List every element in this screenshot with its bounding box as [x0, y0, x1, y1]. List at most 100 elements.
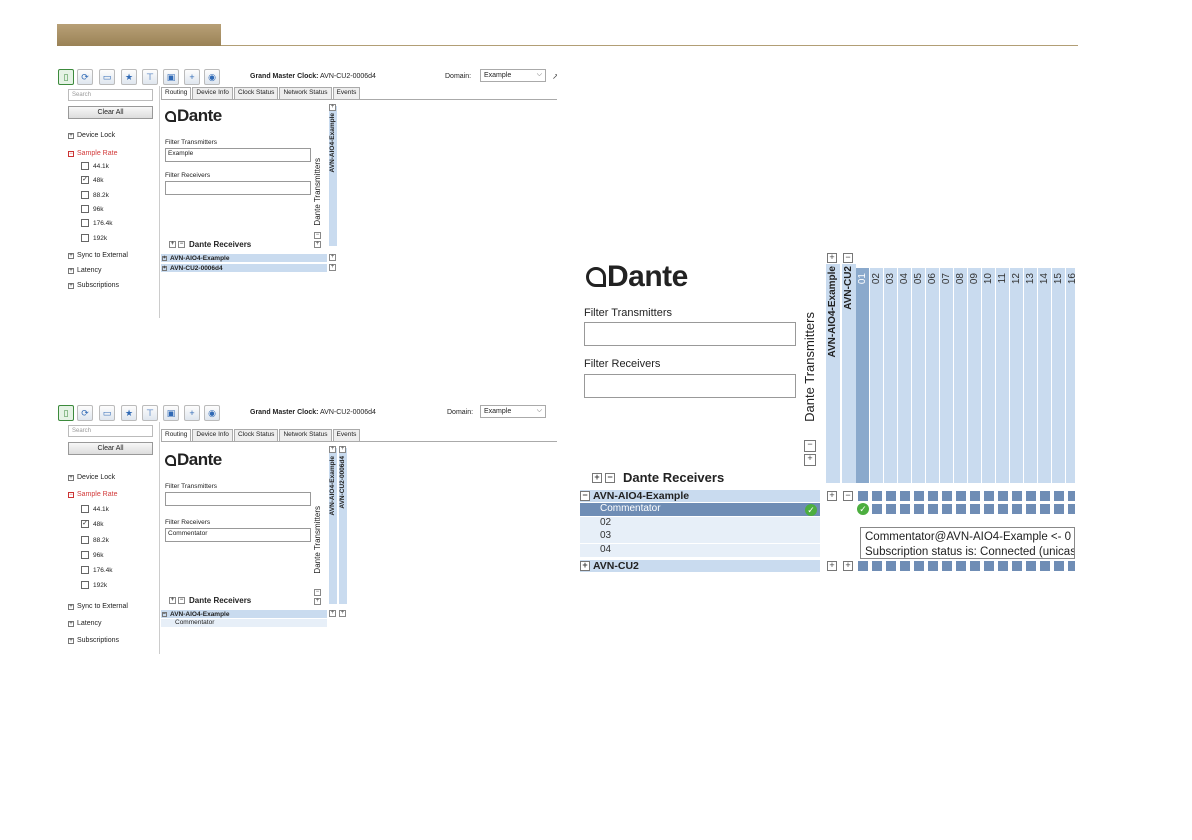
grid-cell[interactable] — [970, 504, 980, 514]
refresh-icon[interactable]: ⟳ — [77, 69, 93, 85]
grid-cell[interactable] — [928, 561, 938, 571]
grid-cell[interactable] — [956, 561, 966, 571]
grid-cell[interactable] — [872, 504, 882, 514]
filter-transmitters-input[interactable] — [165, 492, 311, 506]
rx-device-row[interactable]: − AVN-AIO4-Example — [580, 490, 820, 502]
grid-cell[interactable] — [1040, 491, 1050, 501]
add-icon[interactable]: + — [184, 405, 200, 421]
grid-cell[interactable] — [886, 491, 896, 501]
rate-checkbox[interactable]: 176.4k — [81, 566, 113, 574]
subscriptions-filter[interactable]: + Subscriptions — [68, 282, 119, 289]
sample-rate-filter[interactable]: − Sample Rate — [68, 491, 117, 498]
grid-cell[interactable] — [914, 504, 924, 514]
grid-cell[interactable] — [1068, 504, 1075, 514]
device-lock-filter[interactable]: + Device Lock — [68, 132, 115, 139]
grid-cell[interactable] — [900, 504, 910, 514]
rate-checkbox[interactable]: 44.1k — [81, 162, 109, 170]
grid-cell[interactable] — [886, 561, 896, 571]
grid-cell[interactable] — [914, 491, 924, 501]
grid-cell[interactable] — [1040, 561, 1050, 571]
filter-receivers-input[interactable] — [165, 181, 311, 195]
tab-routing[interactable]: Routing — [161, 429, 192, 441]
filter-receivers-input[interactable]: Commentator — [165, 528, 311, 542]
grid-cell[interactable] — [1026, 504, 1036, 514]
grid-cell[interactable] — [970, 491, 980, 501]
rx-channel-row[interactable]: 04 — [580, 544, 820, 557]
grid-cell[interactable] — [928, 491, 938, 501]
grid-cell[interactable] — [1012, 504, 1022, 514]
filter-transmitters-input[interactable]: Example — [165, 148, 311, 162]
globe-icon[interactable]: ◉ — [204, 405, 220, 421]
grid-cell[interactable] — [858, 561, 868, 571]
grid-cell[interactable] — [984, 504, 994, 514]
grid-cell[interactable] — [942, 504, 952, 514]
tab-device-info[interactable]: Device Info — [192, 429, 233, 441]
grid-cell[interactable] — [1012, 561, 1022, 571]
grid-cell[interactable] — [1040, 504, 1050, 514]
latency-filter[interactable]: + Latency — [68, 620, 102, 627]
grid-cell[interactable] — [998, 561, 1008, 571]
tab-device-info[interactable]: Device Info — [192, 87, 233, 99]
folder-icon[interactable]: ▭ — [99, 69, 115, 85]
grid-cell[interactable] — [1012, 491, 1022, 501]
clear-all-button[interactable]: Clear All — [68, 442, 153, 455]
sync-external-filter[interactable]: + Sync to External — [68, 252, 128, 259]
grid-cell[interactable] — [942, 561, 952, 571]
grid-cell[interactable] — [942, 491, 952, 501]
rx-channel-row[interactable]: 03 — [580, 530, 820, 543]
network-icon[interactable]: ⊤ — [142, 405, 158, 421]
clear-all-button[interactable]: Clear All — [68, 106, 153, 119]
rate-checkbox[interactable]: 88.2k — [81, 191, 109, 199]
expand-icon[interactable]: + — [329, 104, 336, 111]
routing-view-icon[interactable]: ▯ — [58, 405, 74, 421]
grid-cell[interactable] — [886, 504, 896, 514]
rx-channel-row[interactable]: 02 — [580, 517, 820, 530]
grid-cell[interactable] — [984, 491, 994, 501]
rx-device-row[interactable]: + AVN-CU2 — [580, 560, 820, 572]
grid-cell[interactable] — [956, 491, 966, 501]
filter-transmitters-input[interactable] — [584, 322, 796, 346]
globe-icon[interactable]: ◉ — [204, 69, 220, 85]
routing-view-icon[interactable]: ▯ — [58, 69, 74, 85]
tab-network-status[interactable]: Network Status — [279, 87, 332, 99]
device-view-icon[interactable]: ▣ — [163, 69, 179, 85]
rate-checkbox[interactable]: 44.1k — [81, 505, 109, 513]
grid-cell[interactable] — [998, 491, 1008, 501]
collapse-icon[interactable]: − — [843, 253, 853, 263]
domain-select[interactable]: Example ⌵ — [480, 69, 546, 82]
rx-channel-row[interactable]: Commentator — [580, 503, 820, 516]
expand-icon[interactable]: + — [804, 454, 816, 466]
grid-cell[interactable] — [1068, 561, 1075, 571]
folder-icon[interactable]: ▭ — [99, 405, 115, 421]
rx-device-row[interactable]: − AVN-AIO4-Example — [161, 610, 327, 618]
rate-checkbox[interactable]: 96k — [81, 205, 103, 213]
grid-cell[interactable] — [900, 561, 910, 571]
grid-cell[interactable] — [1068, 491, 1075, 501]
tab-routing[interactable]: Routing — [161, 87, 192, 99]
rate-checkbox[interactable]: 192k — [81, 581, 107, 589]
star-icon[interactable]: ★ — [121, 405, 137, 421]
grid-cell[interactable] — [1054, 561, 1064, 571]
device-lock-filter[interactable]: + Device Lock — [68, 474, 115, 481]
tab-clock-status[interactable]: Clock Status — [233, 429, 279, 441]
grid-cell[interactable] — [998, 504, 1008, 514]
grid-cell[interactable] — [858, 491, 868, 501]
rate-checkbox[interactable]: ✓ 48k — [81, 520, 103, 528]
connected-check-icon[interactable]: ✓ — [857, 503, 869, 515]
wrench-icon[interactable]: ↗ — [552, 72, 557, 81]
expand-icon[interactable]: + — [314, 241, 321, 248]
sample-rate-filter[interactable]: − Sample Rate — [68, 150, 117, 157]
tab-network-status[interactable]: Network Status — [279, 429, 332, 441]
grid-cell[interactable] — [928, 504, 938, 514]
grid-cell[interactable] — [1054, 504, 1064, 514]
collapse-icon[interactable]: − — [804, 440, 816, 452]
filter-receivers-input[interactable] — [584, 374, 796, 398]
collapse-icon[interactable]: − — [314, 232, 321, 239]
grid-cell[interactable] — [970, 561, 980, 571]
tab-events[interactable]: Events — [332, 87, 361, 99]
rx-device-row[interactable]: + AVN-AIO4-Example — [161, 254, 327, 262]
grid-cell[interactable] — [872, 491, 882, 501]
latency-filter[interactable]: + Latency — [68, 267, 102, 274]
rate-checkbox[interactable]: 88.2k — [81, 536, 109, 544]
rate-checkbox[interactable]: 96k — [81, 551, 103, 559]
